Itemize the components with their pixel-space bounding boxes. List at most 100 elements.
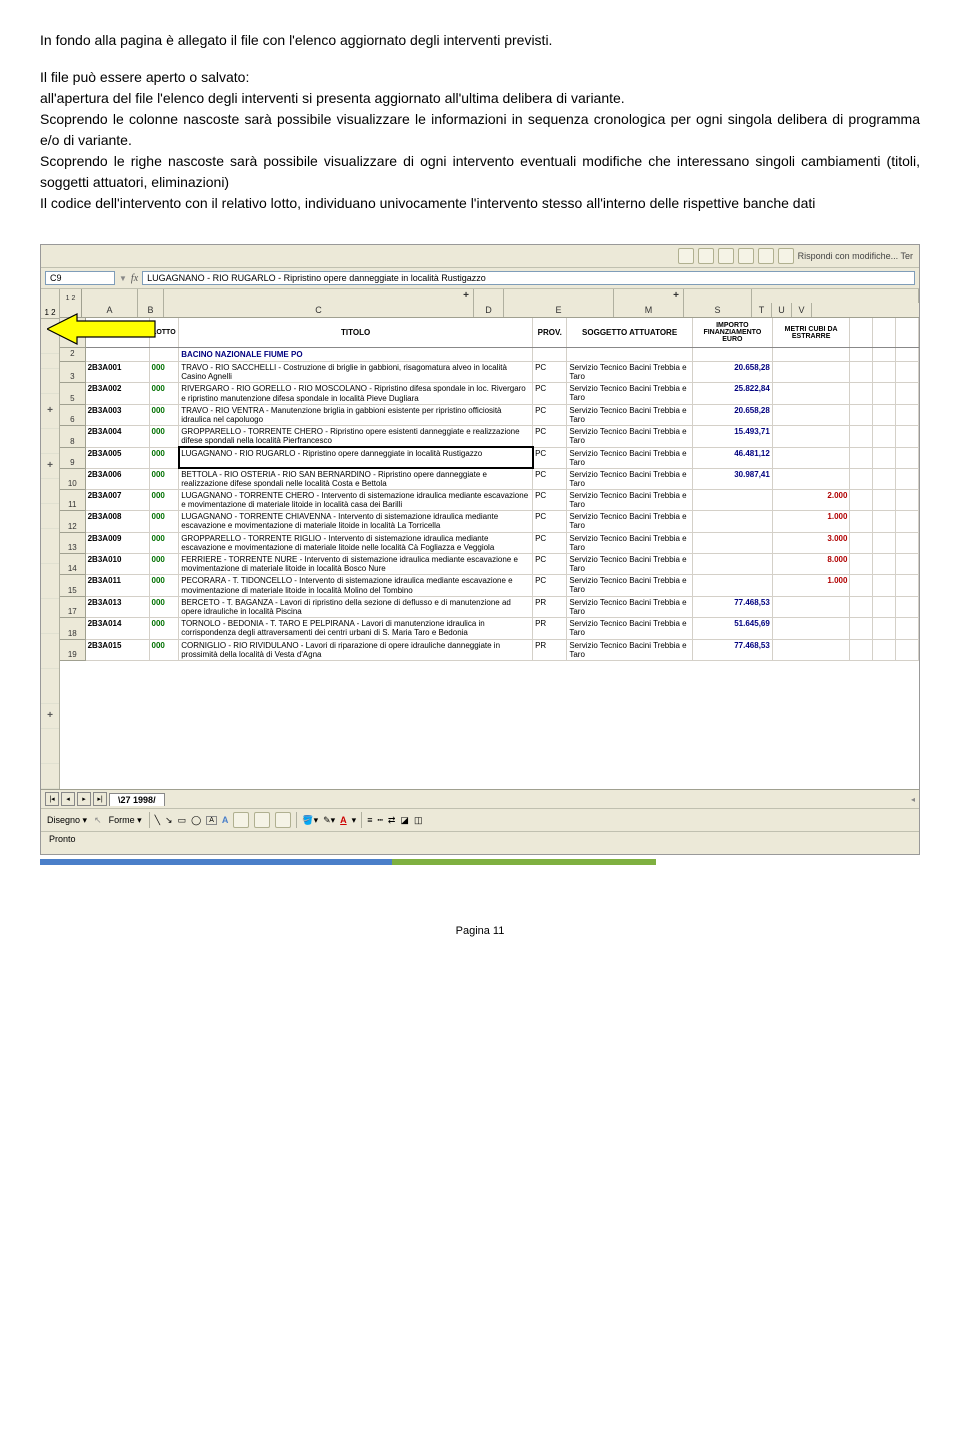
cell-lotto[interactable]: 000 bbox=[149, 383, 179, 404]
cell-codice[interactable]: 2B3A011 bbox=[85, 575, 149, 596]
cell-soggetto[interactable]: Servizio Tecnico Bacini Trebbia e Taro bbox=[567, 383, 693, 404]
cell-importo[interactable]: 77.468,53 bbox=[692, 639, 772, 660]
row-number[interactable]: 17 bbox=[60, 596, 85, 617]
cell-prov[interactable]: PC bbox=[533, 404, 567, 425]
cell-importo[interactable]: 25.822,84 bbox=[692, 383, 772, 404]
cell-importo[interactable] bbox=[692, 575, 772, 596]
cell-metri[interactable]: 8.000 bbox=[772, 554, 850, 575]
3d-icon[interactable]: ◫ bbox=[414, 815, 423, 826]
row-number[interactable]: 6 bbox=[60, 404, 85, 425]
tab-nav-last[interactable]: ▸| bbox=[93, 792, 107, 806]
cell-titolo[interactable]: TRAVO - RIO SACCHELLI - Costruzione di b… bbox=[179, 362, 533, 383]
cell-soggetto[interactable]: Servizio Tecnico Bacini Trebbia e Taro bbox=[567, 554, 693, 575]
cell-soggetto[interactable]: Servizio Tecnico Bacini Trebbia e Taro bbox=[567, 639, 693, 660]
cell-prov[interactable]: PC bbox=[533, 447, 567, 468]
line-style-icon[interactable]: ≡ bbox=[367, 815, 372, 825]
row-number[interactable]: 3 bbox=[60, 362, 85, 383]
outline-expand-icon[interactable]: + bbox=[47, 711, 53, 721]
cell-metri[interactable] bbox=[772, 468, 850, 489]
row-number[interactable]: 13 bbox=[60, 532, 85, 553]
toolbar-icon[interactable] bbox=[758, 248, 774, 264]
cell-titolo[interactable]: LUGAGNANO - TORRENTE CHIAVENNA - Interve… bbox=[179, 511, 533, 532]
autoshapes-menu[interactable]: Forme ▾ bbox=[107, 815, 144, 826]
cell-titolo[interactable]: GROPPARELLO - TORRENTE RIGLIO - Interven… bbox=[179, 532, 533, 553]
picture-icon[interactable] bbox=[275, 812, 291, 828]
font-color-icon[interactable]: A bbox=[340, 815, 347, 825]
cell-prov[interactable]: PC bbox=[533, 554, 567, 575]
cell-importo[interactable]: 15.493,71 bbox=[692, 426, 772, 447]
cell-titolo[interactable]: RIVERGARO - RIO GORELLO - RIO MOSCOLANO … bbox=[179, 383, 533, 404]
tab-nav-prev[interactable]: ◂ bbox=[61, 792, 75, 806]
rectangle-icon[interactable]: ▭ bbox=[178, 815, 187, 826]
cell-metri[interactable]: 2.000 bbox=[772, 489, 850, 510]
cell-lotto[interactable]: 000 bbox=[149, 404, 179, 425]
row-number[interactable]: 19 bbox=[60, 639, 85, 660]
cell-lotto[interactable]: 000 bbox=[149, 554, 179, 575]
reply-with-changes-label[interactable]: Rispondi con modifiche... Ter bbox=[798, 251, 913, 261]
cell-titolo[interactable]: TRAVO - RIO VENTRA - Manutenzione brigli… bbox=[179, 404, 533, 425]
cell-importo[interactable]: 51.645,69 bbox=[692, 618, 772, 639]
cell-prov[interactable]: PC bbox=[533, 511, 567, 532]
cell-prov[interactable]: PC bbox=[533, 362, 567, 383]
cell-titolo[interactable]: CORNIGLIO - RIO RIVIDULANO - Lavori di r… bbox=[179, 639, 533, 660]
cell-importo[interactable]: 30.987,41 bbox=[692, 468, 772, 489]
cell-metri[interactable] bbox=[772, 404, 850, 425]
row-number[interactable]: 14 bbox=[60, 554, 85, 575]
row-number[interactable]: 8 bbox=[60, 426, 85, 447]
row-number[interactable]: 18 bbox=[60, 618, 85, 639]
row-number[interactable]: 15 bbox=[60, 575, 85, 596]
cell-codice[interactable]: 2B3A010 bbox=[85, 554, 149, 575]
cell-lotto[interactable]: 000 bbox=[149, 362, 179, 383]
cell-codice[interactable]: 2B3A004 bbox=[85, 426, 149, 447]
shadow-icon[interactable]: ◪ bbox=[400, 815, 409, 826]
cell-lotto[interactable]: 000 bbox=[149, 618, 179, 639]
cell-codice[interactable]: 2B3A013 bbox=[85, 596, 149, 617]
cell-titolo[interactable]: LUGAGNANO - RIO RUGARLO - Ripristino ope… bbox=[179, 447, 533, 468]
fill-color-icon[interactable]: 🪣▾ bbox=[302, 815, 318, 826]
cell-prov[interactable]: PC bbox=[533, 383, 567, 404]
toolbar-icon[interactable] bbox=[778, 248, 794, 264]
cell-codice[interactable]: 2B3A008 bbox=[85, 511, 149, 532]
col-header-d[interactable]: D bbox=[474, 303, 504, 317]
cell-importo[interactable]: 20.658,28 bbox=[692, 362, 772, 383]
col-header-c[interactable]: C bbox=[164, 303, 474, 317]
cell-prov[interactable]: PC bbox=[533, 426, 567, 447]
outline-expand-icon[interactable]: + bbox=[47, 406, 53, 416]
cell-importo[interactable]: 20.658,28 bbox=[692, 404, 772, 425]
row-outline-gutter[interactable]: 1 2 +++ bbox=[41, 289, 60, 789]
cell-titolo[interactable]: BERCETO - T. BAGANZA - Lavori di riprist… bbox=[179, 596, 533, 617]
name-box[interactable]: C9 bbox=[45, 271, 115, 285]
cell-lotto[interactable]: 000 bbox=[149, 596, 179, 617]
cell-soggetto[interactable]: Servizio Tecnico Bacini Trebbia e Taro bbox=[567, 404, 693, 425]
cell-importo[interactable] bbox=[692, 532, 772, 553]
cell-codice[interactable]: 2B3A015 bbox=[85, 639, 149, 660]
cell-codice[interactable]: 2B3A005 bbox=[85, 447, 149, 468]
cell-soggetto[interactable]: Servizio Tecnico Bacini Trebbia e Taro bbox=[567, 426, 693, 447]
arrow-style-icon[interactable]: ⇄ bbox=[388, 815, 396, 826]
cell-titolo[interactable]: PECORARA - T. TIDONCELLO - Intervento di… bbox=[179, 575, 533, 596]
row-number[interactable]: 10 bbox=[60, 468, 85, 489]
draw-menu[interactable]: Disegno ▾ bbox=[45, 815, 89, 826]
cell-soggetto[interactable]: Servizio Tecnico Bacini Trebbia e Taro bbox=[567, 596, 693, 617]
cell-codice[interactable]: 2B3A006 bbox=[85, 468, 149, 489]
cell-metri[interactable] bbox=[772, 618, 850, 639]
tab-nav-next[interactable]: ▸ bbox=[77, 792, 91, 806]
cell-importo[interactable] bbox=[692, 554, 772, 575]
toolbar-icon[interactable] bbox=[678, 248, 694, 264]
cell-lotto[interactable]: 000 bbox=[149, 447, 179, 468]
cell-metri[interactable] bbox=[772, 639, 850, 660]
cell-titolo[interactable]: FERRIERE - TORRENTE NURE - Intervento di… bbox=[179, 554, 533, 575]
cell-metri[interactable]: 3.000 bbox=[772, 532, 850, 553]
cell-prov[interactable]: PC bbox=[533, 532, 567, 553]
cell-titolo[interactable]: LUGAGNANO - TORRENTE CHERO - Intervento … bbox=[179, 489, 533, 510]
line-icon[interactable]: ╲ bbox=[155, 815, 160, 826]
cell-metri[interactable]: 1.000 bbox=[772, 575, 850, 596]
cell-importo[interactable] bbox=[692, 511, 772, 532]
cell-metri[interactable]: 1.000 bbox=[772, 511, 850, 532]
cell-importo[interactable]: 46.481,12 bbox=[692, 447, 772, 468]
cell-lotto[interactable]: 000 bbox=[149, 532, 179, 553]
cell-prov[interactable]: PR bbox=[533, 618, 567, 639]
cell-soggetto[interactable]: Servizio Tecnico Bacini Trebbia e Taro bbox=[567, 362, 693, 383]
col-outline-levels[interactable]: 1 2 bbox=[66, 295, 76, 302]
cell-codice[interactable]: 2B3A014 bbox=[85, 618, 149, 639]
